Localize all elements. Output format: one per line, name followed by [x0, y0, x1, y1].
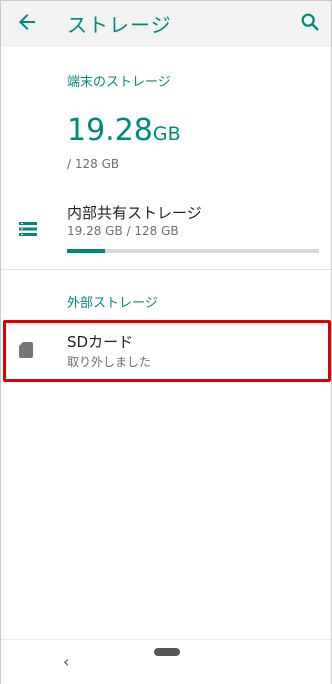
internal-storage-usage: 19.28 GB / 128 GB	[67, 224, 179, 238]
internal-storage-progress-bar	[67, 249, 319, 253]
nav-back-icon[interactable]: ‹	[63, 652, 69, 671]
app-bar: ストレージ	[1, 1, 331, 47]
external-storage-section-title: 外部ストレージ	[67, 296, 158, 311]
storage-list-icon	[19, 221, 37, 237]
search-icon[interactable]	[299, 11, 321, 33]
home-pill-handle[interactable]	[154, 648, 180, 656]
internal-storage-progress-fill	[67, 249, 105, 253]
highlight-box	[3, 320, 331, 382]
navigation-bar: ‹	[1, 639, 331, 684]
screen-frame: ストレージ 端末のストレージ 19.28GB / 128 GB 内部共有ストレー…	[0, 0, 332, 684]
arrow-left-icon[interactable]	[15, 10, 39, 34]
page-title: ストレージ	[67, 13, 172, 37]
storage-used-summary: 19.28GB	[67, 113, 181, 148]
internal-storage-item[interactable]: 内部共有ストレージ 19.28 GB / 128 GB	[1, 193, 331, 265]
storage-used-unit: GB	[152, 123, 181, 145]
device-storage-section-title: 端末のストレージ	[67, 75, 171, 90]
divider	[1, 269, 331, 270]
storage-total: / 128 GB	[67, 157, 120, 171]
storage-used-value: 19.28	[67, 113, 153, 148]
internal-storage-label: 内部共有ストレージ	[67, 204, 202, 222]
